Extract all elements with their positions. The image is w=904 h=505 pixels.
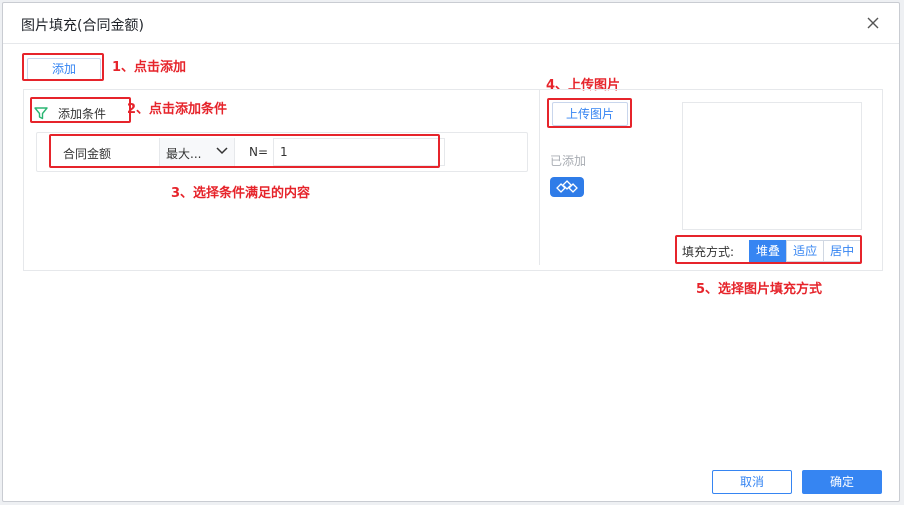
dialog-title: 图片填充(合同金额): [21, 18, 144, 34]
chevron-down-icon: [216, 147, 228, 155]
cancel-button[interactable]: 取消: [712, 470, 792, 494]
added-label: 已添加: [550, 154, 587, 168]
fill-mode-label: 填充方式:: [682, 244, 735, 259]
step5-annotation: 5、选择图片填充方式: [696, 282, 823, 297]
image-preview: [682, 102, 862, 230]
panel-divider: [539, 90, 540, 265]
fill-mode-segmented: 堆叠 适应 居中: [749, 240, 862, 262]
fill-option-center[interactable]: 居中: [823, 240, 862, 262]
fill-mode-control: 填充方式: 堆叠 适应 居中: [682, 240, 862, 262]
n-label: N=: [249, 145, 269, 159]
step2-annotation: 2、点击添加条件: [127, 102, 228, 117]
confirm-button[interactable]: 确定: [802, 470, 882, 494]
upload-image-button[interactable]: 上传图片: [552, 102, 628, 126]
operator-value: 最大...: [166, 147, 202, 161]
add-condition-label: 添加条件: [58, 106, 107, 121]
close-icon[interactable]: [865, 15, 881, 31]
step3-annotation: 3、选择条件满足的内容: [171, 186, 311, 201]
image-fill-dialog: 图片填充(合同金额) 添加 1、点击添加 4、上传图片 添加条件 合同金额 最大…: [2, 2, 900, 502]
condition-field: 合同金额: [63, 147, 112, 161]
operator-select[interactable]: 最大...: [159, 138, 235, 166]
dialog-title-bar: 图片填充(合同金额): [3, 3, 899, 44]
add-button[interactable]: 添加: [27, 58, 101, 80]
fill-option-stack[interactable]: 堆叠: [749, 240, 788, 262]
step1-annotation: 1、点击添加: [112, 60, 187, 75]
filter-icon: [34, 107, 48, 120]
fill-option-fit[interactable]: 适应: [786, 240, 825, 262]
image-logo-icon: [556, 180, 578, 193]
added-image-thumbnail[interactable]: [550, 177, 584, 197]
add-condition-button[interactable]: 添加条件: [34, 102, 106, 124]
condition-row: 合同金额 最大... N= 1: [36, 132, 528, 172]
n-value-input[interactable]: 1: [273, 138, 445, 166]
